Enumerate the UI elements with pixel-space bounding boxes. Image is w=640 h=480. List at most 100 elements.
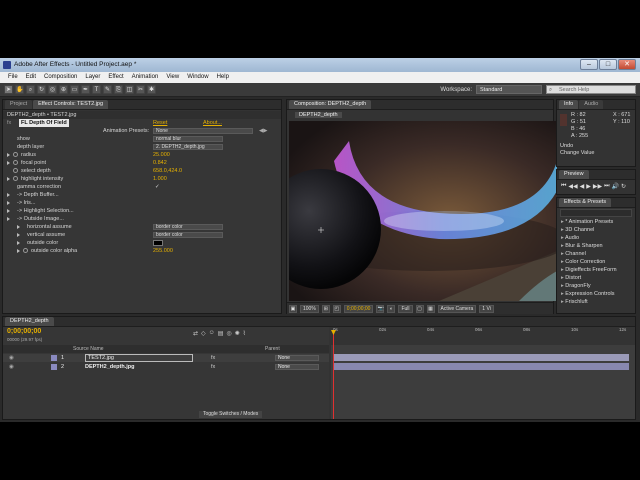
layer-row-2[interactable]: ◉ 2 DEPTH2_depth.jpg fx None [3, 363, 329, 371]
effect-param-row[interactable]: outside color alpha 255.000 [3, 247, 281, 255]
composition-viewer[interactable] [289, 121, 557, 301]
eraser-tool-icon[interactable]: ◫ [125, 85, 134, 94]
effect-param-row[interactable]: horizontal assume border color [3, 223, 281, 231]
rectangle-tool-icon[interactable]: ▭ [70, 85, 79, 94]
snapshot-icon[interactable]: 📷 [376, 304, 385, 313]
param-checkbox[interactable]: ✓ [155, 183, 160, 191]
expand-triangle-icon[interactable] [7, 161, 10, 165]
param-value[interactable]: 658.0,424.0 [153, 167, 182, 175]
transparency-grid-icon[interactable]: ▦ [426, 304, 435, 313]
tab-project[interactable]: Project [5, 100, 33, 109]
effect-param-row[interactable]: -> Depth Buffer... [3, 191, 281, 199]
layer-row-1[interactable]: ◉ 1 TEST2.jpg fx None [3, 354, 329, 362]
graph-editor-icon[interactable]: ⌇ [243, 330, 246, 337]
stopwatch-icon[interactable] [13, 168, 18, 173]
text-tool-icon[interactable]: T [92, 85, 101, 94]
layer-fx-icon[interactable]: fx [211, 363, 215, 371]
mask-view-icon[interactable]: ◰ [332, 304, 341, 313]
tab-effect-controls[interactable]: Effect Controls: TEST2.jpg [33, 100, 109, 109]
motion-blur-icon[interactable]: ◎ [226, 330, 231, 337]
effect-param-row[interactable]: focal point 0.842 [3, 159, 281, 167]
loop-icon[interactable]: ↻ [621, 183, 626, 190]
color-swatch[interactable] [153, 240, 163, 246]
roto-tool-icon[interactable]: ✂ [136, 85, 145, 94]
effect-param-row[interactable]: -> Outside Image... [3, 215, 281, 223]
visibility-icon[interactable]: ◉ [9, 354, 14, 362]
tab-audio[interactable]: Audio [579, 100, 604, 109]
expand-triangle-icon[interactable] [7, 177, 10, 181]
minimize-button[interactable]: – [580, 59, 598, 70]
safe-zones-icon[interactable]: ⊞ [321, 304, 330, 313]
always-preview-icon[interactable]: ▣ [289, 304, 297, 313]
effect-param-row[interactable]: depth layer 2. DEPTH2_depth.jpg [3, 143, 281, 151]
camera-select[interactable]: Active Camera [437, 304, 477, 313]
camera-tool-icon[interactable]: ◎ [48, 85, 57, 94]
stopwatch-icon[interactable] [23, 248, 28, 253]
param-dropdown[interactable]: normal blur [153, 136, 223, 142]
effect-param-row[interactable]: -> Highlight Selection... [3, 207, 281, 215]
param-value[interactable]: 1.000 [153, 175, 167, 183]
timeline-tracks[interactable]: 0s 02s 04s 06s 08s 10s 12s [331, 327, 635, 419]
tab-composition[interactable]: Composition: DEPTH2_depth [289, 100, 372, 109]
maximize-button[interactable]: □ [599, 59, 617, 70]
expand-triangle-icon[interactable] [7, 153, 10, 157]
shy-icon[interactable]: ☺ [209, 330, 215, 337]
pan-behind-tool-icon[interactable]: ⊕ [59, 85, 68, 94]
label-color[interactable] [51, 355, 57, 361]
effect-param-row[interactable]: gamma correction ✓ [3, 183, 281, 191]
effects-category[interactable]: Channel [557, 250, 635, 258]
prev-frame-icon[interactable]: ◀◀ [568, 183, 577, 190]
selection-tool-icon[interactable]: ➤ [4, 85, 13, 94]
effects-category[interactable]: Digieffects FreeForm [557, 266, 635, 274]
stopwatch-icon[interactable] [13, 176, 18, 181]
expand-triangle-icon[interactable] [7, 209, 10, 213]
tab-effects-presets[interactable]: Effects & Presets [559, 198, 612, 207]
param-value[interactable]: 0.842 [153, 159, 167, 167]
timeline-timecode[interactable]: 0;00;00;00 [7, 328, 41, 335]
expand-triangle-icon[interactable] [7, 193, 10, 197]
search-help-input[interactable]: ⌕ Search Help [546, 85, 636, 94]
menu-animation[interactable]: Animation [132, 72, 159, 83]
comp-mini-flow-icon[interactable]: ⇄ [193, 330, 198, 337]
expand-triangle-icon[interactable] [17, 225, 20, 229]
audio-icon[interactable]: 🔊 [612, 183, 619, 190]
expand-triangle-icon[interactable] [17, 233, 20, 237]
param-value[interactable]: 255.000 [153, 247, 173, 255]
animation-presets-select[interactable]: None [153, 128, 253, 134]
reset-link[interactable]: Reset [153, 119, 167, 127]
layer-track-2[interactable] [333, 363, 629, 370]
menu-file[interactable]: File [8, 72, 18, 83]
effects-category[interactable]: Distort [557, 274, 635, 282]
expand-triangle-icon[interactable] [7, 201, 10, 205]
effect-param-row[interactable]: radius 25.000 [3, 151, 281, 159]
layer-fx-icon[interactable]: fx [211, 354, 215, 362]
last-frame-icon[interactable]: ⏭ [604, 183, 609, 190]
close-button[interactable]: ✕ [618, 59, 636, 70]
layer-name[interactable]: DEPTH2_depth.jpg [85, 363, 135, 371]
effects-category[interactable]: Color Correction [557, 258, 635, 266]
frame-blend-icon[interactable]: ▤ [218, 330, 224, 337]
effects-category[interactable]: Frischluft [557, 298, 635, 306]
first-frame-icon[interactable]: ⏮ [561, 183, 566, 190]
playhead[interactable] [333, 331, 334, 419]
menu-window[interactable]: Window [187, 72, 208, 83]
tab-timeline[interactable]: DEPTH2_depth [5, 317, 54, 326]
brush-tool-icon[interactable]: ✎ [103, 85, 112, 94]
tab-preview[interactable]: Preview [559, 170, 589, 179]
expand-triangle-icon[interactable] [7, 217, 10, 221]
effects-category[interactable]: * Animation Presets [557, 218, 635, 226]
effect-param-row[interactable]: vertical assume border color [3, 231, 281, 239]
region-interest-icon[interactable]: ▢ [415, 304, 424, 313]
menu-view[interactable]: View [166, 72, 179, 83]
resolution-select[interactable]: Full [398, 304, 413, 313]
effect-param-row[interactable]: select depth 658.0,424.0 [3, 167, 281, 175]
effect-name[interactable]: FL Depth Of Field [19, 119, 69, 127]
param-dropdown[interactable]: 2. DEPTH2_depth.jpg [153, 144, 223, 150]
effects-category[interactable]: Blur & Sharpen [557, 242, 635, 250]
zoom-tool-icon[interactable]: ⌕ [26, 85, 35, 94]
step-back-icon[interactable]: ◀ [580, 183, 585, 190]
stopwatch-icon[interactable] [13, 160, 18, 165]
menu-layer[interactable]: Layer [85, 72, 100, 83]
expand-triangle-icon[interactable] [17, 241, 20, 245]
effect-param-row[interactable]: highlight intensity 1.000 [3, 175, 281, 183]
